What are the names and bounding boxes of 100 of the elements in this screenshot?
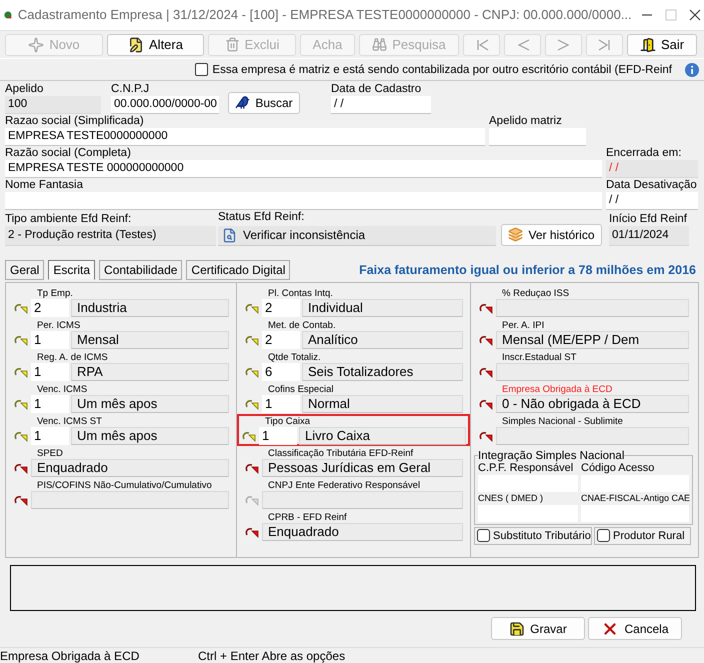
code-field[interactable]: 1 [31, 426, 69, 445]
value-field[interactable]: 0 - Não obrigada à ECD [496, 394, 689, 413]
value-field[interactable]: Analítico [302, 330, 463, 349]
search-button[interactable]: Buscar [228, 92, 300, 114]
history-button[interactable]: Ver histórico [501, 224, 602, 246]
code-field[interactable]: 1 [31, 330, 69, 349]
arrow-icon[interactable] [13, 494, 29, 506]
arrow-icon[interactable] [13, 462, 29, 474]
field-label: Met. de Contab. [268, 320, 337, 331]
status-text: Empresa Obrigada à ECD [0, 648, 140, 663]
value-field[interactable] [496, 426, 689, 445]
code-field[interactable]: 1 [262, 394, 300, 413]
code-field[interactable]: 2 [262, 298, 300, 317]
text-field[interactable]: EMPRESA TESTE 000000000000 [5, 160, 602, 178]
code-field[interactable]: 1 [259, 426, 297, 445]
save-button[interactable]: Gravar [491, 617, 585, 640]
arrow-icon[interactable] [13, 398, 29, 410]
arrow-icon[interactable] [478, 430, 494, 442]
text-field[interactable] [5, 192, 602, 210]
field-label: CNAE-FISCAL-Antigo CAE [581, 492, 689, 505]
field-label: Nome Fantasia [5, 178, 84, 191]
toolbar-button[interactable]: Altera [107, 34, 204, 56]
arrow-icon[interactable] [13, 366, 29, 378]
text-field[interactable]: EMPRESA TESTE0000000000 [5, 128, 485, 146]
text-field[interactable]: 2 - Produção restrita (Testes) [5, 226, 216, 246]
value-field[interactable]: Individual [302, 298, 463, 317]
value-field[interactable]: Pessoas Jurídicas em Geral [262, 458, 463, 477]
field-label: % Reduçao ISS [502, 288, 570, 299]
arrow-icon[interactable] [244, 366, 260, 378]
value-field[interactable]: Um mês apos [71, 394, 229, 413]
value-field[interactable]: Normal [302, 394, 463, 413]
code-field[interactable]: 1 [31, 394, 69, 413]
arrow-icon[interactable] [244, 398, 260, 410]
value-field[interactable]: Seis Totalizadores [302, 362, 463, 381]
value-field[interactable]: Enquadrado [262, 522, 463, 541]
checkbox[interactable] [597, 529, 610, 542]
arrow-icon[interactable] [244, 462, 260, 474]
code-field[interactable]: 2 [31, 298, 69, 317]
arrow-icon[interactable] [478, 302, 494, 314]
info-icon[interactable] [684, 62, 700, 78]
text-field[interactable] [489, 128, 586, 146]
text-field[interactable]: 01/11/2024 [609, 226, 689, 246]
value-field[interactable] [262, 490, 463, 509]
field-label: Classificação Tributária EFD-Reinf [268, 448, 414, 459]
checkbox-label: Substituto Tributário [493, 530, 591, 542]
checkbox[interactable] [477, 529, 490, 542]
arrow-icon[interactable] [478, 398, 494, 410]
arrow-icon[interactable] [244, 526, 260, 538]
save-icon [509, 620, 526, 637]
value-field[interactable]: Mensal (ME/EPP / Dem [496, 330, 689, 349]
document-search-icon [222, 228, 237, 243]
tab[interactable]: Certificado Digital [186, 260, 290, 280]
code-field[interactable]: 1 [31, 362, 69, 381]
checkbox[interactable] [195, 63, 208, 76]
revenue-notice: Faixa faturamento igual ou inferior a 78 milhões em 2016 [359, 262, 696, 279]
checkbox-option[interactable]: Produtor Rural [594, 526, 691, 545]
toolbar-button[interactable]: Sair [627, 34, 697, 56]
field-label: CNPJ Ente Federativo Responsável [268, 480, 422, 491]
value-field[interactable] [496, 298, 689, 317]
arrow-icon[interactable] [241, 430, 257, 442]
field-label: Início Efd Reinf [609, 212, 688, 225]
close-icon[interactable] [688, 8, 701, 21]
field-label: CPRB - EFD Reinf [268, 512, 348, 523]
nav-arrow-icon [596, 36, 612, 53]
field-label: SPED [37, 448, 64, 459]
tab[interactable]: Escrita [48, 260, 96, 280]
arrow-icon[interactable] [478, 334, 494, 346]
value-field[interactable]: Enquadrado [31, 458, 229, 477]
arrow-icon[interactable] [244, 334, 260, 346]
field-label: Cofins Especial [268, 384, 334, 395]
arrow-icon[interactable] [13, 334, 29, 346]
value-field[interactable]: Livro Caixa [299, 426, 466, 445]
checkbox-option[interactable]: Substituto Tributário [474, 526, 592, 545]
field-label: Data de Cadastro [331, 82, 422, 95]
binoculars-icon [372, 37, 388, 52]
field-label: Status Efd Reinf: [218, 210, 306, 223]
arrow-icon[interactable] [478, 366, 494, 378]
code-field[interactable]: 2 [262, 330, 300, 349]
text-field[interactable]: / / [606, 192, 698, 210]
value-field[interactable] [496, 362, 689, 381]
arrow-icon[interactable] [13, 302, 29, 314]
tab[interactable]: Geral [5, 260, 44, 280]
code-field[interactable]: 6 [262, 362, 300, 381]
cancel-button[interactable]: Cancela [588, 617, 682, 640]
layers-icon [508, 227, 524, 242]
status-field[interactable]: Verificar inconsistência [218, 226, 496, 246]
value-field[interactable]: RPA [71, 362, 229, 381]
text-field[interactable]: 100 [5, 96, 101, 114]
field-label: C.P.F. Responsável [478, 462, 574, 475]
value-field[interactable]: Um mês apos [71, 426, 229, 445]
field-label: Código Acesso [581, 462, 656, 475]
arrow-icon[interactable] [244, 302, 260, 314]
arrow-icon[interactable] [13, 430, 29, 442]
text-field[interactable]: / / [331, 96, 431, 114]
value-field[interactable] [31, 490, 229, 509]
door-icon [640, 36, 656, 53]
tab[interactable]: Contabilidade [99, 260, 182, 280]
value-field[interactable]: Mensal [71, 330, 229, 349]
value-field[interactable]: Industria [71, 298, 229, 317]
text-field[interactable]: 00.000.000/0000-00 [111, 96, 219, 114]
